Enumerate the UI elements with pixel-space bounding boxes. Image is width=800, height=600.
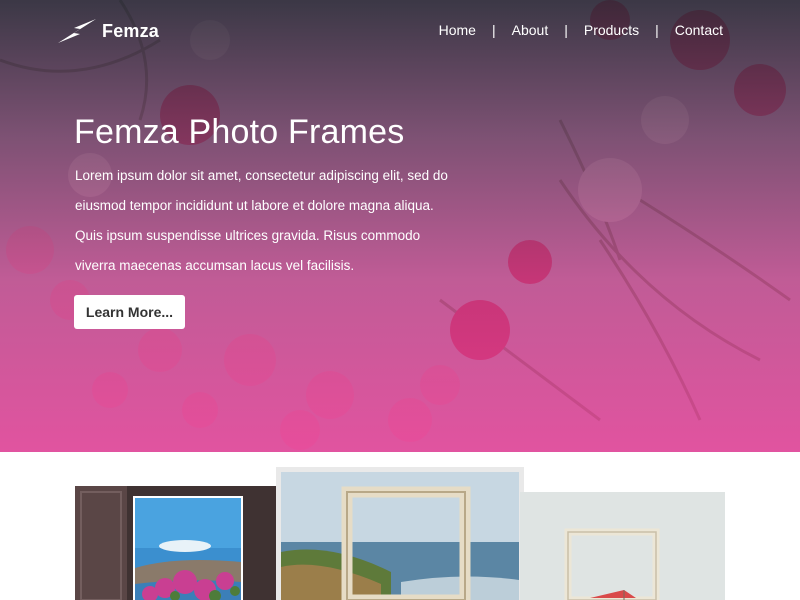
nav-link-products[interactable]: Products: [584, 22, 639, 38]
gallery-image-frame-on-grey-wall[interactable]: [520, 492, 725, 600]
main-nav: Home | About | Products | Contact: [439, 22, 723, 38]
gallery-image-window-sea-view[interactable]: [75, 486, 280, 600]
hero-section: Femza Home | About | Products | Contact …: [0, 0, 800, 452]
nav-separator: |: [655, 22, 659, 38]
hero-title: Femza Photo Frames: [74, 113, 405, 151]
nav-link-contact[interactable]: Contact: [675, 22, 723, 38]
nav-link-home[interactable]: Home: [439, 22, 476, 38]
nav-link-about[interactable]: About: [512, 22, 549, 38]
nav-separator: |: [564, 22, 568, 38]
gallery-image-frame-on-coast[interactable]: [276, 467, 524, 600]
lightning-bolt-icon: [58, 19, 96, 43]
brand-logo[interactable]: Femza: [58, 19, 159, 43]
hero-description: Lorem ipsum dolor sit amet, consectetur …: [75, 168, 448, 273]
nav-separator: |: [491, 22, 496, 38]
learn-more-button[interactable]: Learn More...: [74, 295, 185, 329]
brand-name: Femza: [102, 20, 160, 41]
product-gallery: [0, 452, 800, 600]
